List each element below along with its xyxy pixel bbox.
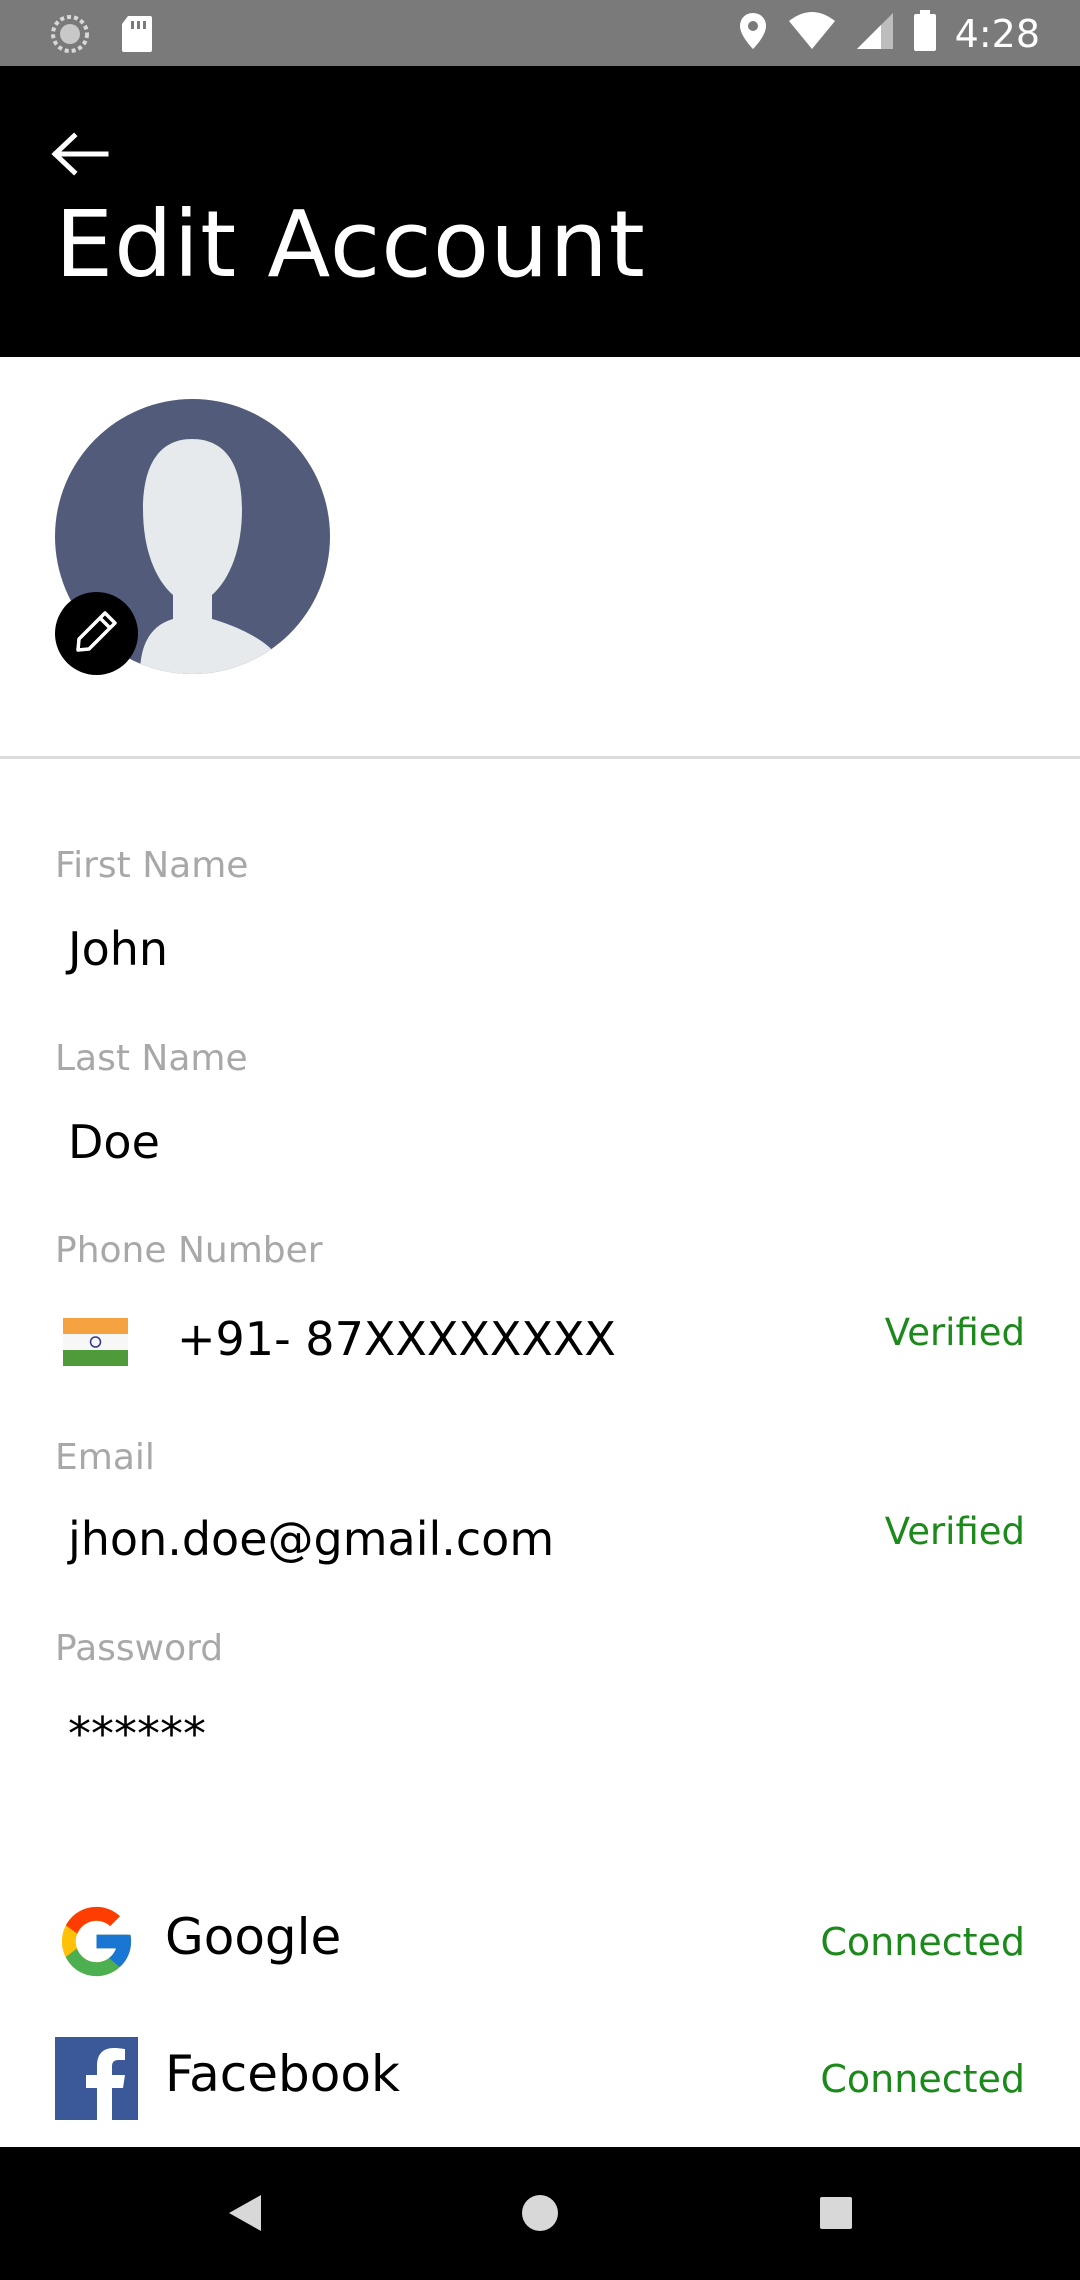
location-icon	[737, 11, 769, 56]
facebook-connection-row[interactable]: Facebook Connected	[0, 2037, 1080, 2137]
google-status: Connected	[820, 1920, 1025, 1964]
system-nav-bar	[0, 2147, 1080, 2280]
password-label: Password	[55, 1628, 224, 1669]
sd-card-icon	[120, 14, 154, 59]
phone-field[interactable]: +91- 87XXXXXXXX	[177, 1312, 616, 1366]
google-label: Google	[165, 1908, 342, 1966]
back-nav-icon[interactable]	[215, 2183, 275, 2243]
pencil-icon	[74, 608, 120, 659]
status-time: 4:28	[954, 11, 1040, 56]
phone-label: Phone Number	[55, 1230, 323, 1271]
email-verified-status: Verified	[884, 1510, 1025, 1553]
first-name-field[interactable]: John	[68, 922, 168, 976]
facebook-icon	[55, 2037, 138, 2120]
app-bar: Edit Account	[0, 66, 1080, 357]
google-connection-row[interactable]: Google Connected	[0, 1900, 1080, 2000]
section-divider	[0, 756, 1080, 759]
facebook-status: Connected	[820, 2057, 1025, 2101]
arrow-left-icon	[50, 131, 110, 181]
password-field[interactable]: ******	[68, 1707, 206, 1761]
recents-nav-icon[interactable]	[806, 2183, 866, 2243]
back-button[interactable]	[40, 116, 120, 196]
india-flag-icon[interactable]	[63, 1318, 128, 1366]
first-name-label: First Name	[55, 845, 249, 886]
home-nav-icon[interactable]	[510, 2183, 570, 2243]
email-field[interactable]: jhon.doe@gmail.com	[68, 1512, 554, 1566]
last-name-field[interactable]: Doe	[68, 1115, 160, 1169]
sync-icon	[50, 14, 90, 59]
status-bar: 4:28	[0, 0, 1080, 66]
last-name-label: Last Name	[55, 1038, 248, 1079]
page-title: Edit Account	[55, 191, 646, 298]
profile-section	[0, 357, 1080, 757]
edit-avatar-button[interactable]	[55, 592, 138, 675]
google-icon	[55, 1900, 138, 1983]
wifi-icon	[787, 11, 837, 56]
signal-icon	[855, 11, 895, 56]
phone-verified-status: Verified	[884, 1311, 1025, 1354]
facebook-label: Facebook	[165, 2045, 400, 2103]
battery-icon	[913, 10, 937, 57]
email-label: Email	[55, 1437, 155, 1478]
